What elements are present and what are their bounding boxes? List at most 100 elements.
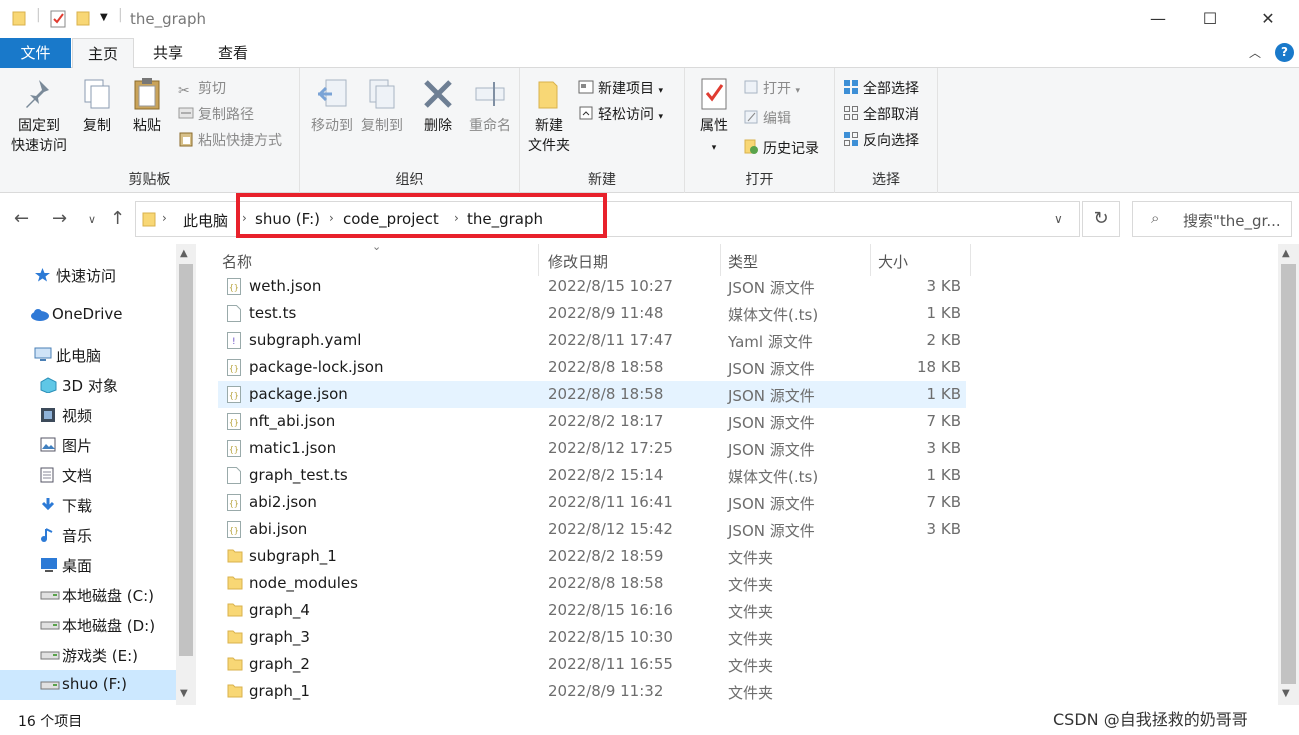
file-date: 2022/8/2 18:17 bbox=[548, 412, 664, 430]
help-icon[interactable]: ? bbox=[1275, 43, 1294, 62]
file-row[interactable]: {} abi2.json 2022/8/11 16:41 JSON 源文件 7 KB bbox=[218, 489, 966, 516]
paste-button[interactable]: 粘贴 bbox=[124, 76, 170, 136]
column-header-size[interactable]: 大小 bbox=[878, 251, 908, 272]
nav-item[interactable]: 视频 bbox=[0, 400, 176, 430]
nav-item-label: 本地磁盘 (D:) bbox=[62, 617, 156, 635]
nav-item-label: 音乐 bbox=[62, 527, 93, 545]
file-row[interactable]: {} abi.json 2022/8/12 15:42 JSON 源文件 3 KB bbox=[218, 516, 966, 543]
move-to-button[interactable]: 移动到 bbox=[304, 76, 360, 136]
pin-quick-access-button[interactable]: 固定到 快速访问 bbox=[6, 76, 72, 156]
invert-selection-button[interactable]: 反向选择 bbox=[843, 130, 919, 150]
file-row[interactable]: graph_4 2022/8/15 16:16 文件夹 bbox=[218, 597, 966, 624]
copy-path-button[interactable]: 复制路径 bbox=[178, 104, 254, 124]
back-arrow-icon[interactable]: ← bbox=[14, 208, 29, 229]
delete-button[interactable]: 删除 bbox=[414, 76, 462, 136]
breadcrumb-separator-icon[interactable]: › bbox=[162, 211, 167, 225]
rename-button[interactable]: 重命名 bbox=[462, 76, 518, 136]
tab-share[interactable]: 共享 bbox=[136, 38, 200, 68]
recent-locations-icon[interactable]: ∨ bbox=[88, 213, 96, 226]
nav-item[interactable]: 音乐 bbox=[0, 520, 176, 550]
breadcrumb-this-pc[interactable]: 此电脑 bbox=[183, 210, 228, 231]
file-row[interactable]: node_modules 2022/8/8 18:58 文件夹 bbox=[218, 570, 966, 597]
file-row[interactable]: graph_3 2022/8/15 10:30 文件夹 bbox=[218, 624, 966, 651]
file-name: subgraph_1 bbox=[249, 547, 337, 565]
cut-button[interactable]: ✂ 剪切 bbox=[178, 78, 226, 99]
rename-icon bbox=[475, 82, 505, 106]
file-list-scroll-thumb[interactable] bbox=[1281, 264, 1296, 684]
nav-item[interactable]: 下载 bbox=[0, 490, 176, 520]
paste-shortcut-button[interactable]: 粘贴快捷方式 bbox=[178, 130, 282, 150]
history-button[interactable]: 历史记录 bbox=[743, 138, 819, 158]
nav-item[interactable]: 快速访问 bbox=[0, 260, 176, 290]
file-row[interactable]: {} matic1.json 2022/8/12 17:25 JSON 源文件 3 KB bbox=[218, 435, 966, 462]
edit-button[interactable]: 编辑 bbox=[743, 108, 791, 128]
column-divider[interactable] bbox=[538, 244, 539, 276]
column-divider[interactable] bbox=[970, 244, 971, 276]
file-row[interactable]: {} package.json 2022/8/8 18:58 JSON 源文件 1 KB bbox=[218, 381, 966, 408]
nav-item[interactable]: OneDrive bbox=[0, 300, 176, 330]
search-input[interactable]: ⌕ 搜索"the_gr... bbox=[1132, 201, 1292, 237]
file-name: graph_3 bbox=[249, 628, 310, 646]
chevron-up-icon[interactable]: ︿ bbox=[1249, 44, 1261, 61]
properties-button[interactable]: 属性 ▾ bbox=[689, 76, 739, 158]
forward-arrow-icon[interactable]: → bbox=[52, 208, 67, 229]
nav-item[interactable]: 本地磁盘 (C:) bbox=[0, 580, 176, 610]
scroll-up-icon[interactable]: ▲ bbox=[180, 248, 188, 259]
nav-item[interactable]: 3D 对象 bbox=[0, 370, 176, 400]
nav-item[interactable]: 此电脑 bbox=[0, 340, 176, 370]
maximize-button[interactable]: ☐ bbox=[1182, 0, 1238, 38]
file-row[interactable]: {} weth.json 2022/8/15 10:27 JSON 源文件 3 KB bbox=[218, 273, 966, 300]
nav-item[interactable]: 桌面 bbox=[0, 550, 176, 580]
nav-item[interactable]: 游戏类 (E:) bbox=[0, 640, 176, 670]
file-row[interactable]: test.ts 2022/8/9 11:48 媒体文件(.ts) 1 KB bbox=[218, 300, 966, 327]
refresh-button[interactable]: ↻ bbox=[1082, 201, 1120, 237]
scroll-down-icon[interactable]: ▼ bbox=[1282, 688, 1290, 699]
select-all-icon bbox=[843, 79, 859, 95]
nav-scrollbar[interactable]: ▲ ▼ bbox=[176, 244, 196, 705]
file-row[interactable]: subgraph_1 2022/8/2 18:59 文件夹 bbox=[218, 543, 966, 570]
file-row[interactable]: ! subgraph.yaml 2022/8/11 17:47 Yaml 源文件 2 K… bbox=[218, 327, 966, 354]
column-header-name[interactable]: 名称 bbox=[222, 251, 252, 272]
nav-item[interactable]: shuo (F:) bbox=[0, 670, 176, 700]
nav-item[interactable]: 文档 bbox=[0, 460, 176, 490]
nav-item[interactable]: 图片 bbox=[0, 430, 176, 460]
address-history-dropdown-icon[interactable]: ∨ bbox=[1054, 212, 1063, 226]
scroll-down-icon[interactable]: ▼ bbox=[180, 688, 188, 699]
file-type: JSON 源文件 bbox=[728, 495, 815, 513]
separator: | bbox=[36, 7, 41, 23]
nav-scroll-thumb[interactable] bbox=[179, 264, 193, 656]
file-list-scrollbar[interactable]: ▲ ▼ bbox=[1278, 244, 1299, 705]
copy-to-button[interactable]: 复制到 bbox=[354, 76, 410, 136]
new-folder-quick-icon[interactable] bbox=[76, 10, 90, 30]
file-row[interactable]: graph_1 2022/8/9 11:32 文件夹 bbox=[218, 678, 966, 705]
new-folder-button[interactable]: 新建 文件夹 bbox=[524, 76, 574, 156]
select-none-button[interactable]: 全部取消 bbox=[843, 104, 919, 124]
tab-view[interactable]: 查看 bbox=[200, 38, 266, 68]
customize-toolbar-icon[interactable]: ▼ bbox=[100, 12, 108, 23]
minimize-button[interactable]: — bbox=[1130, 0, 1186, 38]
copy-button[interactable]: 复制 bbox=[74, 76, 120, 136]
ribbon-tabs: 文件 主页 共享 查看 ︿ ? bbox=[0, 38, 1299, 69]
easy-access-button[interactable]: 轻松访问 ▾ bbox=[578, 104, 663, 124]
open-button[interactable]: 打开 ▾ bbox=[743, 78, 800, 98]
column-header-type[interactable]: 类型 bbox=[728, 251, 758, 272]
file-row[interactable]: graph_test.ts 2022/8/2 15:14 媒体文件(.ts) 1 KB bbox=[218, 462, 966, 489]
column-divider[interactable] bbox=[720, 244, 721, 276]
nav-item[interactable]: 本地磁盘 (D:) bbox=[0, 610, 176, 640]
file-size: 7 KB bbox=[926, 412, 961, 430]
group-label-new: 新建 bbox=[588, 172, 616, 188]
column-header-date[interactable]: 修改日期 bbox=[548, 251, 608, 272]
select-all-button[interactable]: 全部选择 bbox=[843, 78, 919, 98]
column-divider[interactable] bbox=[870, 244, 871, 276]
new-item-button[interactable]: 新建项目 ▾ bbox=[578, 78, 663, 98]
file-row[interactable]: graph_2 2022/8/11 16:55 文件夹 bbox=[218, 651, 966, 678]
properties-quick-icon[interactable] bbox=[50, 10, 66, 32]
tab-home[interactable]: 主页 bbox=[72, 38, 134, 69]
up-arrow-icon[interactable]: ↑ bbox=[110, 208, 125, 229]
tab-file[interactable]: 文件 bbox=[0, 38, 71, 68]
file-name: package-lock.json bbox=[249, 358, 384, 376]
file-row[interactable]: {} nft_abi.json 2022/8/2 18:17 JSON 源文件 7 KB bbox=[218, 408, 966, 435]
file-row[interactable]: {} package-lock.json 2022/8/8 18:58 JSON 源文… bbox=[218, 354, 966, 381]
scroll-up-icon[interactable]: ▲ bbox=[1282, 248, 1290, 259]
close-button[interactable]: ✕ bbox=[1240, 0, 1296, 38]
